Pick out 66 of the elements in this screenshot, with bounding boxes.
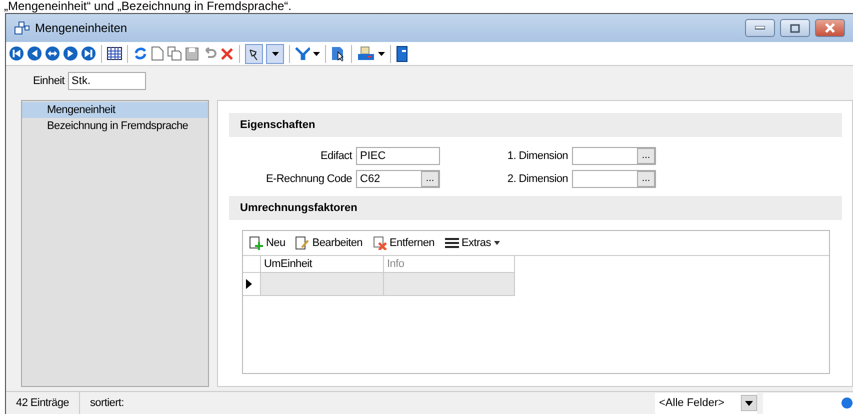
section-header: Eigenschaften: [229, 113, 842, 137]
edit-icon: [295, 236, 310, 250]
both-directions-icon[interactable]: [45, 46, 60, 61]
caption-text: „Mengeneinheit“ und „Bezeichnung in Fremdsprache“.: [3, 0, 292, 13]
document-icon[interactable]: [151, 46, 164, 61]
row-indicator: [243, 273, 261, 296]
sidebar-item[interactable]: Bezeichnung in Fremdsprache: [22, 118, 208, 134]
table-cell[interactable]: [384, 273, 515, 296]
record-count: 42 Einträge: [6, 392, 80, 414]
minimize-button[interactable]: [745, 19, 775, 37]
column-header[interactable]: UmEinheit: [261, 256, 384, 273]
maximize-button[interactable]: [780, 19, 810, 37]
section-header: Umrechnungsfaktoren: [229, 196, 842, 220]
grid-action-button[interactable]: Bearbeiten: [295, 236, 362, 250]
filter-icon[interactable]: [295, 47, 310, 60]
first-record-icon[interactable]: [9, 46, 24, 61]
next-record-icon[interactable]: [63, 46, 78, 61]
ball-icon[interactable]: [841, 397, 853, 409]
dropdown-button[interactable]: [266, 44, 284, 64]
save-icon[interactable]: [185, 46, 199, 60]
maximize-icon: [790, 24, 800, 32]
delete-icon[interactable]: [220, 46, 234, 60]
close-button[interactable]: [815, 19, 845, 37]
caret-icon[interactable]: [313, 52, 320, 56]
pin-button[interactable]: [245, 44, 263, 64]
column-header[interactable]: Info: [384, 256, 515, 273]
table-icon[interactable]: [107, 47, 122, 60]
browse-button[interactable]: ...: [421, 171, 439, 187]
copy-icon[interactable]: [167, 46, 182, 61]
browse-button[interactable]: ...: [637, 171, 655, 187]
caret-icon[interactable]: [378, 52, 385, 56]
printer-icon[interactable]: [357, 46, 375, 62]
refresh-icon[interactable]: [133, 46, 148, 61]
last-record-icon[interactable]: [81, 46, 96, 61]
window-title: Mengeneinheiten: [35, 21, 128, 35]
input-field[interactable]: C62 ...: [356, 170, 440, 188]
close-icon: [825, 23, 835, 33]
input-field[interactable]: Stk.: [68, 72, 146, 90]
field-label: E-Rechnung Code: [264, 173, 352, 185]
menu-icon: [444, 237, 459, 249]
field-label: 1. Dimension: [506, 150, 568, 162]
minimize-icon: [755, 26, 765, 30]
caret-icon: [494, 241, 500, 245]
window-icon: [14, 21, 30, 35]
input-field[interactable]: ...: [572, 147, 656, 165]
field-label: 2. Dimension: [506, 173, 568, 185]
grid-action-button[interactable]: Neu: [249, 236, 286, 250]
field-label: Edifact: [319, 150, 352, 162]
input-field[interactable]: ...: [572, 170, 656, 188]
filter-dropdown[interactable]: <Alle Felder>: [655, 392, 757, 414]
caret-icon[interactable]: [272, 52, 278, 56]
add-row-icon: [249, 236, 263, 250]
table-cell[interactable]: [261, 273, 384, 296]
document-pointer-icon[interactable]: [331, 46, 346, 62]
grid-action-button[interactable]: Extras: [444, 237, 500, 249]
grid-action-button[interactable]: Entfernen: [372, 236, 435, 250]
search-field[interactable]: [763, 392, 853, 414]
previous-record-icon[interactable]: [27, 46, 42, 61]
notebook-icon[interactable]: [396, 46, 408, 62]
sort-status: sortiert:: [88, 396, 125, 411]
delete-icon: [372, 236, 386, 250]
input-field[interactable]: PIEC: [356, 147, 440, 165]
sidebar-item[interactable]: Mengeneinheit: [22, 102, 208, 118]
browse-button[interactable]: ...: [637, 148, 655, 164]
field-label: Einheit: [33, 75, 65, 87]
dropdown-arrow-icon[interactable]: [741, 395, 757, 411]
